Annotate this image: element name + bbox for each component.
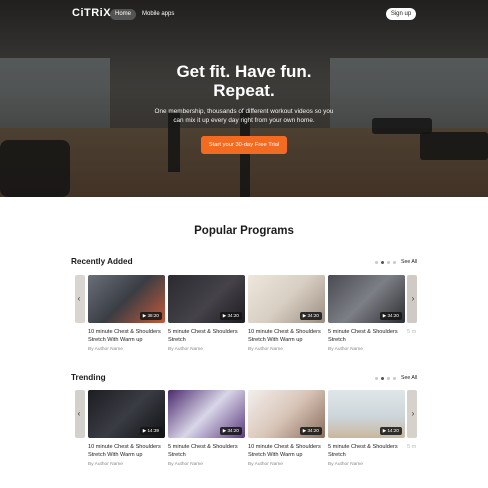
duration-badge: ▶ 14:20 xyxy=(379,427,402,435)
card-author: By Author Name xyxy=(248,347,283,352)
duration-badge: ▶ 34:20 xyxy=(219,427,242,435)
citrix-logo[interactable]: CiTRiX xyxy=(72,7,111,19)
card-author: By Author Name xyxy=(168,347,203,352)
chevron-right-icon[interactable]: › xyxy=(408,290,418,308)
duration-badge: ▶ 38:20 xyxy=(139,312,162,320)
card-author: By Author Name xyxy=(88,462,123,467)
video-thumbnail[interactable]: ▶ 34:20 xyxy=(168,275,245,323)
next-card-title-peek: 5 mi Str xyxy=(407,329,416,335)
nav-home[interactable]: Home xyxy=(110,9,137,20)
card-title[interactable]: 5 minute Chest & Shoulders Stretch xyxy=(328,443,408,460)
recently-added-see-all[interactable]: See All xyxy=(401,259,417,265)
top-nav: CiTRiX Home Mobile apps Sign up xyxy=(0,0,488,28)
video-thumbnail[interactable]: ▶ 38:20 xyxy=(88,275,165,323)
card-title[interactable]: 10 minute Chest & Shoulders Stretch With… xyxy=(88,328,168,345)
card-author: By Author Name xyxy=(168,462,203,467)
card-title[interactable]: 5 minute Chest & Shoulders Stretch xyxy=(168,443,248,460)
card-title[interactable]: 5 minute Chest & Shoulders Stretch xyxy=(168,328,248,345)
recently-added-pager[interactable] xyxy=(375,260,396,264)
chevron-left-icon[interactable]: ‹ xyxy=(74,290,84,308)
free-trial-button[interactable]: Start your 30-day Free Trial xyxy=(201,136,287,154)
pager-dot[interactable] xyxy=(393,376,396,380)
pager-dot[interactable] xyxy=(375,260,378,264)
card-title[interactable]: 10 minute Chest & Shoulders Stretch With… xyxy=(88,443,168,460)
next-card-title-peek: 5 mi Str xyxy=(407,444,416,450)
duration-badge: ▶ 14:39 xyxy=(139,427,162,435)
card-title[interactable]: 5 minute Chest & Shoulders Stretch xyxy=(328,328,408,345)
card-author: By Author Name xyxy=(248,462,283,467)
hero-title: Get fit. Have fun. Repeat. xyxy=(176,62,312,100)
popular-programs-title: Popular Programs xyxy=(194,225,294,237)
video-thumbnail[interactable]: ▶ 34:20 xyxy=(168,390,245,438)
card-author: By Author Name xyxy=(328,347,363,352)
card-author: By Author Name xyxy=(88,347,123,352)
card-author: By Author Name xyxy=(328,462,363,467)
nav-mobile-apps[interactable]: Mobile apps xyxy=(142,9,174,20)
pager-dot-active[interactable] xyxy=(381,376,384,380)
pager-dot[interactable] xyxy=(387,376,390,380)
duration-badge: ▶ 34:20 xyxy=(299,312,322,320)
pager-dot-active[interactable] xyxy=(381,260,384,264)
video-thumbnail[interactable]: ▶ 34:20 xyxy=(328,275,405,323)
video-thumbnail[interactable]: ▶ 34:20 xyxy=(248,390,325,438)
pager-dot[interactable] xyxy=(375,376,378,380)
duration-badge: ▶ 34:20 xyxy=(299,427,322,435)
card-title[interactable]: 10 minute Chest & Shoulders Stretch With… xyxy=(248,443,328,460)
chevron-right-icon[interactable]: › xyxy=(408,405,418,423)
signup-button[interactable]: Sign up xyxy=(386,8,416,20)
duration-badge: ▶ 34:20 xyxy=(219,312,242,320)
video-thumbnail[interactable]: ▶ 14:20 xyxy=(328,390,405,438)
trending-see-all[interactable]: See All xyxy=(401,375,417,381)
video-thumbnail[interactable]: ▶ 14:39 xyxy=(88,390,165,438)
pager-dot[interactable] xyxy=(393,260,396,264)
duration-badge: ▶ 34:20 xyxy=(379,312,402,320)
chevron-left-icon[interactable]: ‹ xyxy=(74,405,84,423)
video-thumbnail[interactable]: ▶ 34:20 xyxy=(248,275,325,323)
trending-pager[interactable] xyxy=(375,376,396,380)
card-title[interactable]: 10 minute Chest & Shoulders Stretch With… xyxy=(248,328,328,345)
pager-dot[interactable] xyxy=(387,260,390,264)
hero-subtitle: One membership, thousands of different w… xyxy=(154,108,334,124)
hero-banner: CiTRiX Home Mobile apps Sign up Get fit.… xyxy=(0,0,488,197)
recently-added-title: Recently Added xyxy=(71,257,133,266)
trending-title: Trending xyxy=(71,373,106,382)
